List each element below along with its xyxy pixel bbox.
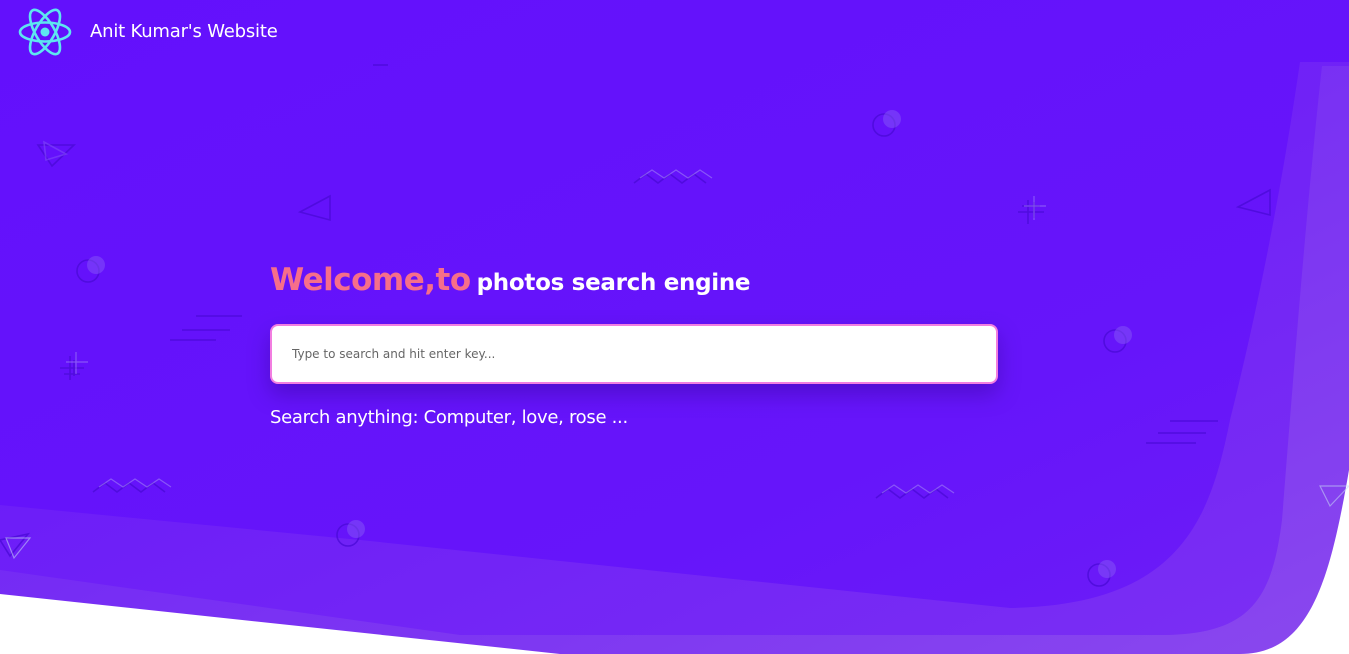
react-atom-icon[interactable] (17, 6, 73, 58)
top-navbar: Anit Kumar's Website (0, 0, 1349, 64)
search-input[interactable] (272, 326, 996, 382)
search-box (270, 324, 998, 384)
hero-heading: Welcome,to photos search engine (270, 262, 751, 298)
welcome-text: Welcome,to (270, 262, 471, 298)
search-hint: Search anything: Computer, love, rose ..… (270, 407, 628, 428)
page: Anit Kumar's Website Welcome,to photos se… (0, 0, 1349, 654)
site-title[interactable]: Anit Kumar's Website (90, 21, 278, 42)
hero-subtitle: photos search engine (476, 270, 751, 296)
